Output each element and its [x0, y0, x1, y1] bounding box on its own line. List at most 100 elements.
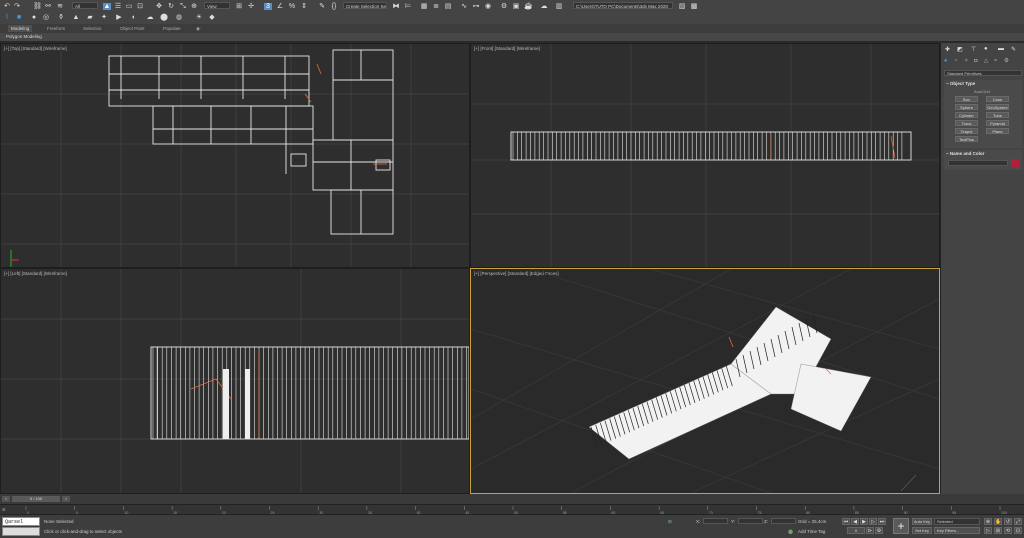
align-icon[interactable]: ⊨ — [404, 3, 412, 10]
link-icon[interactable]: ⛓ — [33, 3, 42, 10]
create-box-icon[interactable]: ■ — [15, 14, 23, 21]
display-tab-icon[interactable]: ▬ — [998, 46, 1004, 52]
hierarchy-tab-icon[interactable]: ⊤ — [971, 46, 976, 53]
cylinder-button[interactable]: Cylinder — [955, 112, 978, 118]
sphere-button[interactable]: Sphere — [955, 104, 978, 110]
zoom-all-button[interactable]: ⊞ — [994, 527, 1002, 534]
maxscript-mini-listener[interactable] — [2, 527, 40, 536]
rectangular-selection-icon[interactable]: ▭ — [125, 3, 133, 10]
create-geosphere-icon[interactable]: ◍ — [175, 14, 183, 21]
time-configuration-button[interactable]: ⚙ — [875, 527, 883, 534]
y-coordinate-field[interactable] — [738, 518, 763, 524]
box-button[interactable]: Box — [955, 96, 978, 102]
select-by-name-icon[interactable]: ☰ — [114, 3, 122, 10]
angle-snap-icon[interactable]: ∠ — [276, 3, 284, 10]
maxscript-listener[interactable]: Qarsel Scrip — [2, 517, 40, 534]
redo-icon[interactable]: ↷ — [13, 3, 21, 10]
create-camera-icon[interactable]: ▶ — [115, 14, 123, 21]
key-selection-dropdown[interactable]: Selected — [934, 518, 980, 525]
maximize-viewport-button[interactable]: ⤢ — [1014, 518, 1022, 525]
ribbon-options-icon[interactable]: ◉· — [196, 25, 201, 32]
go-to-end-button[interactable]: ⏭ — [878, 518, 886, 525]
time-slider-thumb[interactable]: 0 / 100 — [12, 496, 60, 502]
render-setup-icon[interactable]: ⚙ — [500, 3, 508, 10]
create-plane-icon[interactable]: ▰ — [86, 14, 94, 21]
create-light-icon[interactable]: ✦ — [100, 14, 108, 21]
pyramid-button[interactable]: Pyramid — [986, 120, 1009, 126]
tab-object-paint[interactable]: Object Paint — [120, 25, 145, 32]
teapot-button[interactable]: Teapot — [955, 128, 978, 134]
textplus-button[interactable]: TextPlus — [955, 136, 978, 142]
previous-frame-button[interactable]: ◀ — [851, 518, 859, 525]
object-name-field[interactable] — [948, 160, 1008, 166]
window-crossing-icon[interactable]: ⊡ — [136, 3, 144, 10]
rotate-icon[interactable]: ↻ — [167, 3, 175, 10]
render-production-icon[interactable]: ☕ — [524, 3, 533, 10]
time-slider-left-arrow[interactable]: < — [2, 496, 10, 502]
create-sun-icon[interactable]: ☀ — [195, 14, 203, 21]
torus-button[interactable]: Torus — [955, 120, 978, 126]
material-editor-icon[interactable]: ◉ — [484, 3, 492, 10]
schematic-view-icon[interactable]: ⊶ — [472, 3, 480, 10]
curve-editor-icon[interactable]: ∿ — [460, 3, 468, 10]
geometry-icon[interactable]: ● — [944, 58, 947, 64]
primitive-category-dropdown[interactable]: Standard Primitives — [944, 70, 1022, 76]
set-key-button[interactable]: Set Key — [912, 527, 932, 534]
create-sphere-icon[interactable]: ⬤ — [160, 14, 168, 21]
zoom-extents-button[interactable]: ⊕ — [984, 518, 992, 525]
percent-snap-icon[interactable]: % — [288, 3, 296, 10]
pan-view-button[interactable]: ✋ — [994, 518, 1002, 525]
undo-icon[interactable]: ↶ — [3, 3, 11, 10]
cone-button[interactable]: Cone — [986, 96, 1009, 102]
time-slider[interactable]: < 0 / 100 > — [0, 494, 1024, 504]
bind-space-warp-icon[interactable]: ≋ — [56, 3, 64, 10]
render-cloud-icon[interactable]: ☁ — [540, 3, 548, 10]
unlink-icon[interactable]: ⚯ — [44, 3, 52, 10]
select-object-icon[interactable]: ▲ — [103, 3, 111, 10]
tab-selection[interactable]: Selection — [83, 25, 102, 32]
systems-icon[interactable]: ⚙ — [1004, 58, 1009, 64]
walk-through-button[interactable]: ⟲ — [1004, 527, 1012, 534]
scale-icon[interactable]: ⤡ — [179, 3, 187, 10]
go-to-start-button[interactable]: ⏮ — [842, 518, 850, 525]
utilities-tab-icon[interactable]: ✎ — [1011, 46, 1016, 53]
ribbon-toggle-icon[interactable]: ▤ — [444, 3, 452, 10]
named-selection-dropdown[interactable]: Create Selection Se — [343, 2, 387, 9]
field-of-view-button[interactable]: ▷ — [984, 527, 992, 534]
create-pyramid-icon[interactable]: ◆ — [208, 14, 216, 21]
placement-icon[interactable]: ⊕ — [190, 3, 198, 10]
create-teapot-icon[interactable]: ⚱ — [57, 14, 65, 21]
helpers-icon[interactable]: △ — [984, 58, 988, 64]
modify-tab-icon[interactable]: ◩ — [957, 46, 963, 53]
time-slider-right-arrow[interactable]: > — [62, 496, 70, 502]
create-torus-icon[interactable]: ◎ — [42, 14, 50, 21]
orbit-button[interactable]: ↺ — [1004, 518, 1012, 525]
selection-filter-dropdown[interactable]: All — [72, 2, 98, 9]
a360-gallery-icon[interactable]: ▥ — [555, 3, 563, 10]
cameras-icon[interactable]: ◘ — [974, 58, 977, 64]
tab-populate[interactable]: Populate — [163, 25, 181, 32]
play-button[interactable]: ▶ — [860, 518, 868, 525]
object-color-swatch[interactable] — [1011, 159, 1019, 167]
space-warps-icon[interactable]: ≈ — [994, 58, 997, 64]
open-folder-icon[interactable]: ▩ — [690, 3, 698, 10]
key-filters-button[interactable]: Key Filters... — [934, 527, 980, 534]
plane-button[interactable]: Plane — [986, 128, 1009, 134]
move-icon[interactable]: ✥ — [155, 3, 163, 10]
edit-named-selection-icon[interactable]: ✎ — [318, 3, 326, 10]
create-cone-icon[interactable]: ▲ — [72, 14, 80, 21]
create-cylinder-icon[interactable]: ● — [30, 14, 38, 21]
x-coordinate-field[interactable] — [703, 518, 728, 524]
name-and-color-title[interactable]: − Name and Color — [946, 151, 984, 156]
snaps-toggle-icon[interactable]: 3 — [264, 3, 272, 10]
set-keys-button[interactable]: + — [893, 518, 909, 534]
time-tag-icon[interactable]: ⬤ — [788, 529, 793, 535]
lights-icon[interactable]: ✧ — [964, 58, 969, 64]
mirror-icon[interactable]: ⧓ — [392, 3, 400, 10]
reference-coordinate-dropdown[interactable]: View — [204, 2, 230, 9]
create-cloud-icon[interactable]: ☁ — [146, 14, 154, 21]
tube-button[interactable]: Tube — [986, 112, 1009, 118]
motion-tab-icon[interactable]: ● — [984, 46, 988, 52]
min-max-toggle-button[interactable]: ⊡ — [1014, 527, 1022, 534]
create-tab-icon[interactable]: ✚ — [945, 46, 950, 53]
